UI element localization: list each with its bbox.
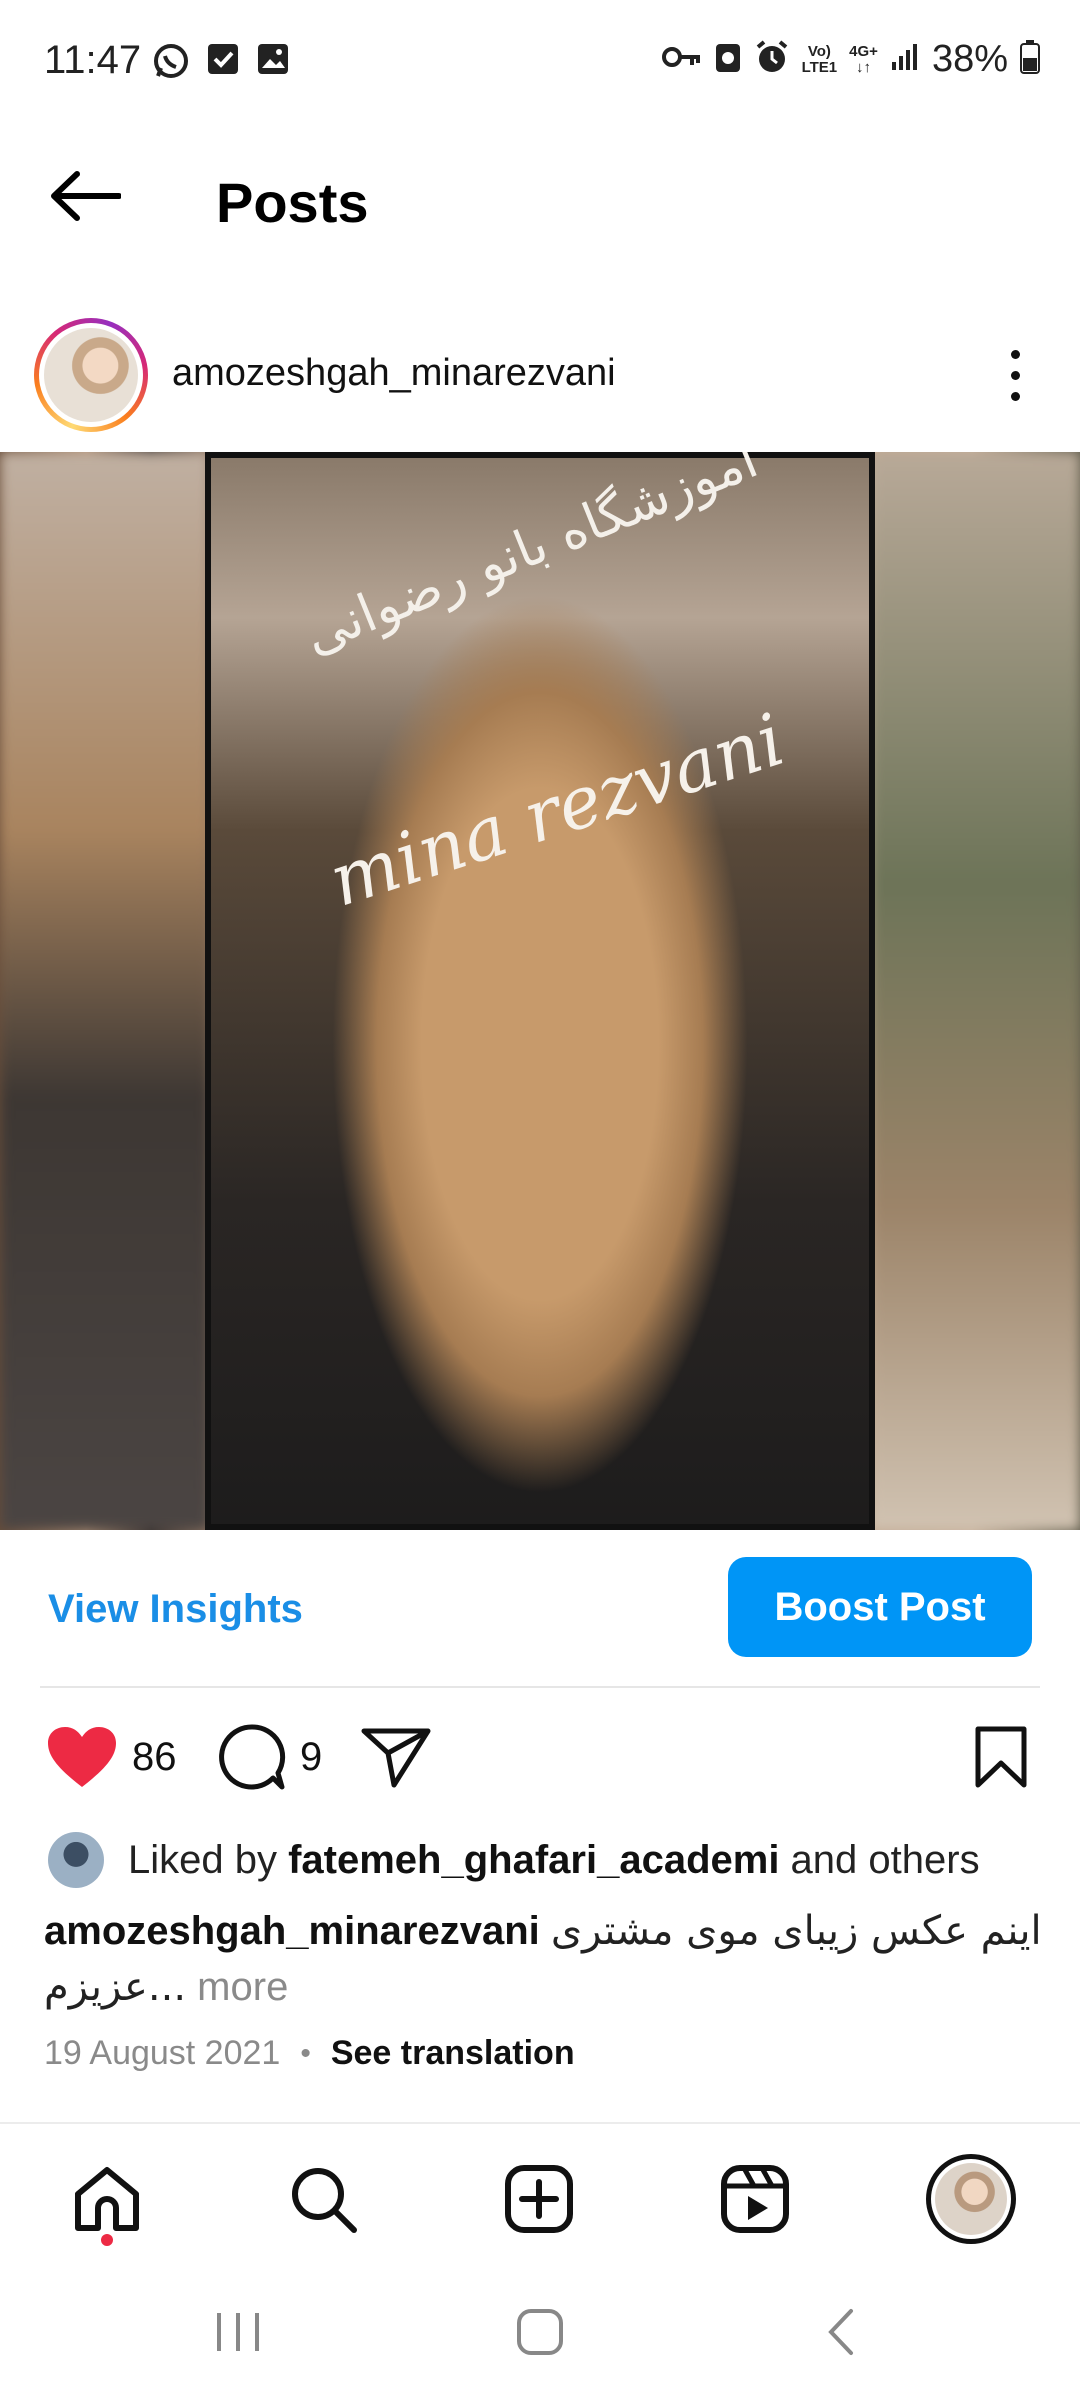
caption-username[interactable]: amozeshgah_minarezvani (44, 1909, 540, 1953)
gallery-icon (256, 42, 290, 85)
page-title: Posts (216, 171, 369, 234)
post-image[interactable]: آموزشگاه بانو رضوانی mina rezvani (0, 452, 1080, 1530)
comment-icon (219, 1724, 286, 1790)
nav-create[interactable] (494, 2154, 584, 2244)
status-notification-icons (152, 42, 290, 85)
meta-separator: • (300, 2036, 311, 2070)
save-button[interactable] (974, 1712, 1028, 1802)
view-insights-link[interactable]: View Insights (48, 1587, 303, 1632)
nav-home[interactable] (62, 2154, 152, 2244)
status-bar: 11:47 Vo) LTE1 4G+ ↓↑ 38% (0, 0, 1080, 125)
back-arrow-icon (51, 171, 121, 221)
bottom-navigation (0, 2122, 1080, 2262)
volte-icon: Vo) LTE1 (801, 42, 838, 76)
back-icon (828, 2309, 853, 2355)
system-home-button[interactable] (500, 2292, 580, 2372)
battery-icon (1020, 40, 1040, 79)
send-icon (361, 1728, 431, 1788)
like-button[interactable]: 86 (46, 1712, 177, 1802)
liked-by-text: Liked by fatemeh_ghafari_academi and oth… (128, 1838, 980, 1882)
search-icon (292, 2168, 357, 2233)
home-icon (75, 2167, 139, 2231)
liked-by-username[interactable]: fatemeh_ghafari_academi (288, 1838, 779, 1882)
create-icon (505, 2165, 573, 2233)
watermark-english: mina rezvani (319, 697, 794, 923)
share-button[interactable] (360, 1712, 432, 1802)
see-translation-link[interactable]: See translation (331, 2034, 575, 2073)
post-caption: amozeshgah_minarezvani اینم عکس زیبای مو… (44, 1903, 1044, 2015)
app-header: Posts (0, 125, 1080, 275)
post-date: 19 August 2021 (44, 2034, 281, 2072)
signal-icon (890, 42, 920, 77)
liked-by-row[interactable]: Liked by fatemeh_ghafari_academi and oth… (0, 1830, 1080, 1890)
post-author-username[interactable]: amozeshgah_minarezvani (172, 352, 616, 395)
checkbox-icon (206, 42, 240, 85)
system-navigation-bar (0, 2262, 1080, 2400)
comment-button[interactable]: 9 (218, 1712, 322, 1802)
divider (40, 1686, 1040, 1688)
likes-count: 86 (132, 1734, 177, 1779)
post-meta: 19 August 2021 • See translation (44, 2034, 575, 2073)
post-header: amozeshgah_minarezvani (0, 310, 1080, 440)
home-button-icon (517, 2309, 563, 2355)
home-notification-dot (101, 2234, 113, 2246)
media-blur-background-right (870, 452, 1080, 1530)
system-back-button[interactable] (802, 2292, 882, 2372)
more-options-icon[interactable] (990, 340, 1040, 410)
status-time: 11:47 (44, 38, 142, 82)
back-button[interactable] (40, 151, 130, 241)
nav-search[interactable] (278, 2154, 368, 2244)
post-author-avatar[interactable] (34, 318, 148, 432)
status-system-icons: Vo) LTE1 4G+ ↓↑ 38% (661, 38, 1040, 81)
boost-post-button[interactable]: Boost Post (728, 1557, 1032, 1657)
insights-row: View Insights Boost Post (0, 1555, 1080, 1665)
4g-icon: 4G+ ↓↑ (849, 42, 878, 76)
heart-icon (48, 1727, 116, 1787)
liked-by-avatar (48, 1832, 104, 1888)
comments-count: 9 (300, 1734, 323, 1779)
bookmark-icon (975, 1726, 1027, 1788)
caption-more-link[interactable]: more (186, 1965, 288, 2009)
alarm-icon (754, 39, 790, 80)
recent-apps-icon (217, 2313, 259, 2351)
whatsapp-icon (152, 42, 190, 85)
post-actions: 86 9 (0, 1712, 1080, 1802)
battery-percent: 38% (931, 38, 1008, 80)
recent-apps-button[interactable] (198, 2292, 278, 2372)
screenshot-icon (714, 40, 742, 79)
nav-reels[interactable] (710, 2154, 800, 2244)
media-blur-background-left (0, 452, 210, 1530)
reels-icon (721, 2165, 789, 2233)
nav-profile[interactable] (926, 2154, 1016, 2244)
profile-avatar (926, 2154, 1016, 2244)
post-photo: آموزشگاه بانو رضوانی mina rezvani (205, 452, 875, 1530)
key-icon (661, 45, 702, 74)
watermark-persian: آموزشگاه بانو رضوانی (295, 452, 767, 667)
